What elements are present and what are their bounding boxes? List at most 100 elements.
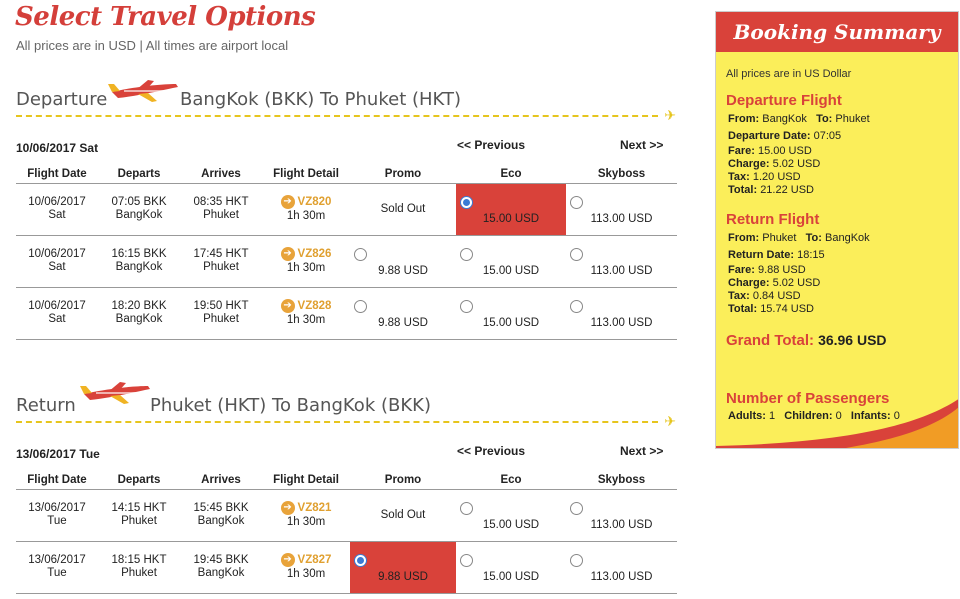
dep-city: Phuket (121, 567, 157, 579)
departure-charge: Charge: 5.02 USD (728, 158, 821, 170)
grand-total: Grand Total: 36.96 USD (726, 332, 887, 349)
skyboss-radio[interactable] (570, 195, 583, 209)
return-date-line: Return Date: 18:15 (728, 249, 825, 261)
return-total: Total: 15.74 USD (728, 303, 814, 315)
skyboss-radio[interactable] (570, 501, 583, 515)
eco-radio[interactable] (460, 247, 473, 261)
promo-radio[interactable] (354, 299, 367, 313)
flight-detail-cell[interactable]: ➔ VZ828 1h 30m (262, 287, 350, 340)
promo-cell: Sold Out (350, 489, 456, 542)
eco-radio[interactable] (460, 501, 473, 515)
flight-date: 10/06/2017 (28, 196, 86, 208)
departure-next-link[interactable]: Next >> (620, 138, 663, 152)
dep-time: 18:15 HKT (111, 554, 167, 566)
return-charge: Charge: 5.02 USD (728, 277, 821, 289)
return-previous-link[interactable]: << Previous (457, 444, 525, 458)
flight-code-link[interactable]: VZ821 (298, 503, 332, 515)
flight-code-link[interactable]: VZ820 (298, 197, 332, 209)
arrow-right-icon: ➔ (280, 247, 295, 262)
eco-price: 15.00 USD (482, 518, 540, 531)
eco-radio[interactable] (460, 299, 473, 313)
col-skyboss: Skyboss (566, 471, 677, 490)
flight-date: 13/06/2017 (28, 502, 86, 514)
eco-fare-cell[interactable]: 15.00 USD (456, 541, 566, 594)
departure-route: BangKok (BKK) To Phuket (HKT) (180, 89, 461, 110)
eco-radio[interactable] (460, 195, 473, 209)
skyboss-fare-cell[interactable]: 113.00 USD (566, 183, 677, 236)
return-header: Return Phuket (HKT) To BangKok (BKK) ✈ (16, 382, 676, 429)
arr-city: BangKok (197, 515, 245, 527)
arr-city: Phuket (203, 209, 239, 221)
flight-duration: 1h 30m (286, 313, 326, 326)
promo-price: 9.88 USD (378, 316, 428, 329)
departs-cell: 18:15 HKT Phuket (98, 541, 180, 594)
promo-radio[interactable] (354, 247, 367, 261)
flight-detail-cell[interactable]: ➔ VZ827 1h 30m (262, 541, 350, 594)
col-departs: Departs (98, 471, 180, 490)
flight-code-link[interactable]: VZ826 (298, 249, 332, 261)
eco-fare-cell[interactable]: 15.00 USD (456, 235, 566, 288)
departure-from-to: From: BangKok To: Phuket (728, 113, 870, 125)
flight-detail-cell[interactable]: ➔ VZ821 1h 30m (262, 489, 350, 542)
return-flights-table: Flight Date Departs Arrives Flight Detai… (16, 471, 677, 594)
col-flight-date: Flight Date (16, 165, 98, 184)
eco-price: 15.00 USD (482, 316, 540, 329)
skyboss-price: 113.00 USD (590, 212, 653, 225)
return-flight-title: Return Flight (726, 211, 820, 228)
dep-time: 14:15 HKT (111, 502, 167, 514)
return-date: 13/06/2017 Tue (16, 447, 100, 461)
flight-date: 10/06/2017 (28, 300, 86, 312)
flight-duration: 1h 30m (286, 261, 326, 274)
skyboss-radio[interactable] (570, 247, 583, 261)
flight-detail-cell[interactable]: ➔ VZ826 1h 30m (262, 235, 350, 288)
promo-cell: Sold Out (350, 183, 456, 236)
promo-fare-cell[interactable]: 9.88 USD (350, 287, 456, 340)
skyboss-fare-cell[interactable]: 113.00 USD (566, 541, 677, 594)
skyboss-radio[interactable] (570, 553, 583, 567)
skyboss-price: 113.00 USD (590, 316, 653, 329)
grand-total-value: 36.96 USD (818, 332, 887, 348)
skyboss-fare-cell[interactable]: 113.00 USD (566, 489, 677, 542)
promo-fare-cell[interactable]: 9.88 USD (350, 235, 456, 288)
dep-city: Phuket (121, 515, 157, 527)
flight-detail-cell[interactable]: ➔ VZ820 1h 30m (262, 183, 350, 236)
arrow-right-icon: ➔ (280, 553, 295, 568)
return-next-link[interactable]: Next >> (620, 444, 663, 458)
eco-price: 15.00 USD (482, 570, 540, 583)
eco-price: 15.00 USD (482, 212, 540, 225)
promo-fare-cell[interactable]: 9.88 USD (350, 541, 456, 594)
arrives-cell: 08:35 HKT Phuket (180, 183, 262, 236)
flight-duration: 1h 30m (286, 515, 326, 528)
eco-fare-cell[interactable]: 15.00 USD (456, 183, 566, 236)
decorative-swoosh (716, 399, 958, 448)
flight-code-link[interactable]: VZ828 (298, 301, 332, 313)
return-route: Phuket (HKT) To BangKok (BKK) (150, 395, 431, 416)
table-row: 13/06/2017 Tue 18:15 HKT Phuket 19:45 BKK B… (16, 541, 677, 594)
skyboss-radio[interactable] (570, 299, 583, 313)
arr-city: Phuket (203, 261, 239, 273)
eco-fare-cell[interactable]: 15.00 USD (456, 489, 566, 542)
eco-radio[interactable] (460, 553, 473, 567)
flight-date: 13/06/2017 (28, 554, 86, 566)
departure-flights-table: Flight Date Departs Arrives Flight Detai… (16, 165, 677, 340)
dashed-divider (16, 421, 658, 423)
col-flight-date: Flight Date (16, 471, 98, 490)
skyboss-fare-cell[interactable]: 113.00 USD (566, 235, 677, 288)
skyboss-fare-cell[interactable]: 113.00 USD (566, 287, 677, 340)
plane-end-icon: ✈ (664, 107, 676, 123)
flight-date-cell: 10/06/2017 Sat (16, 183, 98, 236)
dep-time: 07:05 BKK (111, 196, 167, 208)
flight-date-cell: 13/06/2017 Tue (16, 541, 98, 594)
col-departs: Departs (98, 165, 180, 184)
flight-date-cell: 13/06/2017 Tue (16, 489, 98, 542)
promo-radio[interactable] (354, 553, 367, 567)
col-promo: Promo (350, 165, 456, 184)
departure-date-bar: 10/06/2017 Sat << Previous Next >> (16, 138, 676, 158)
departs-cell: 18:20 BKK BangKok (98, 287, 180, 340)
flight-code-link[interactable]: VZ827 (298, 555, 332, 567)
col-arrives: Arrives (180, 165, 262, 184)
departure-previous-link[interactable]: << Previous (457, 138, 525, 152)
arr-time: 08:35 HKT (193, 196, 249, 208)
eco-fare-cell[interactable]: 15.00 USD (456, 287, 566, 340)
plane-end-icon: ✈ (664, 413, 676, 429)
